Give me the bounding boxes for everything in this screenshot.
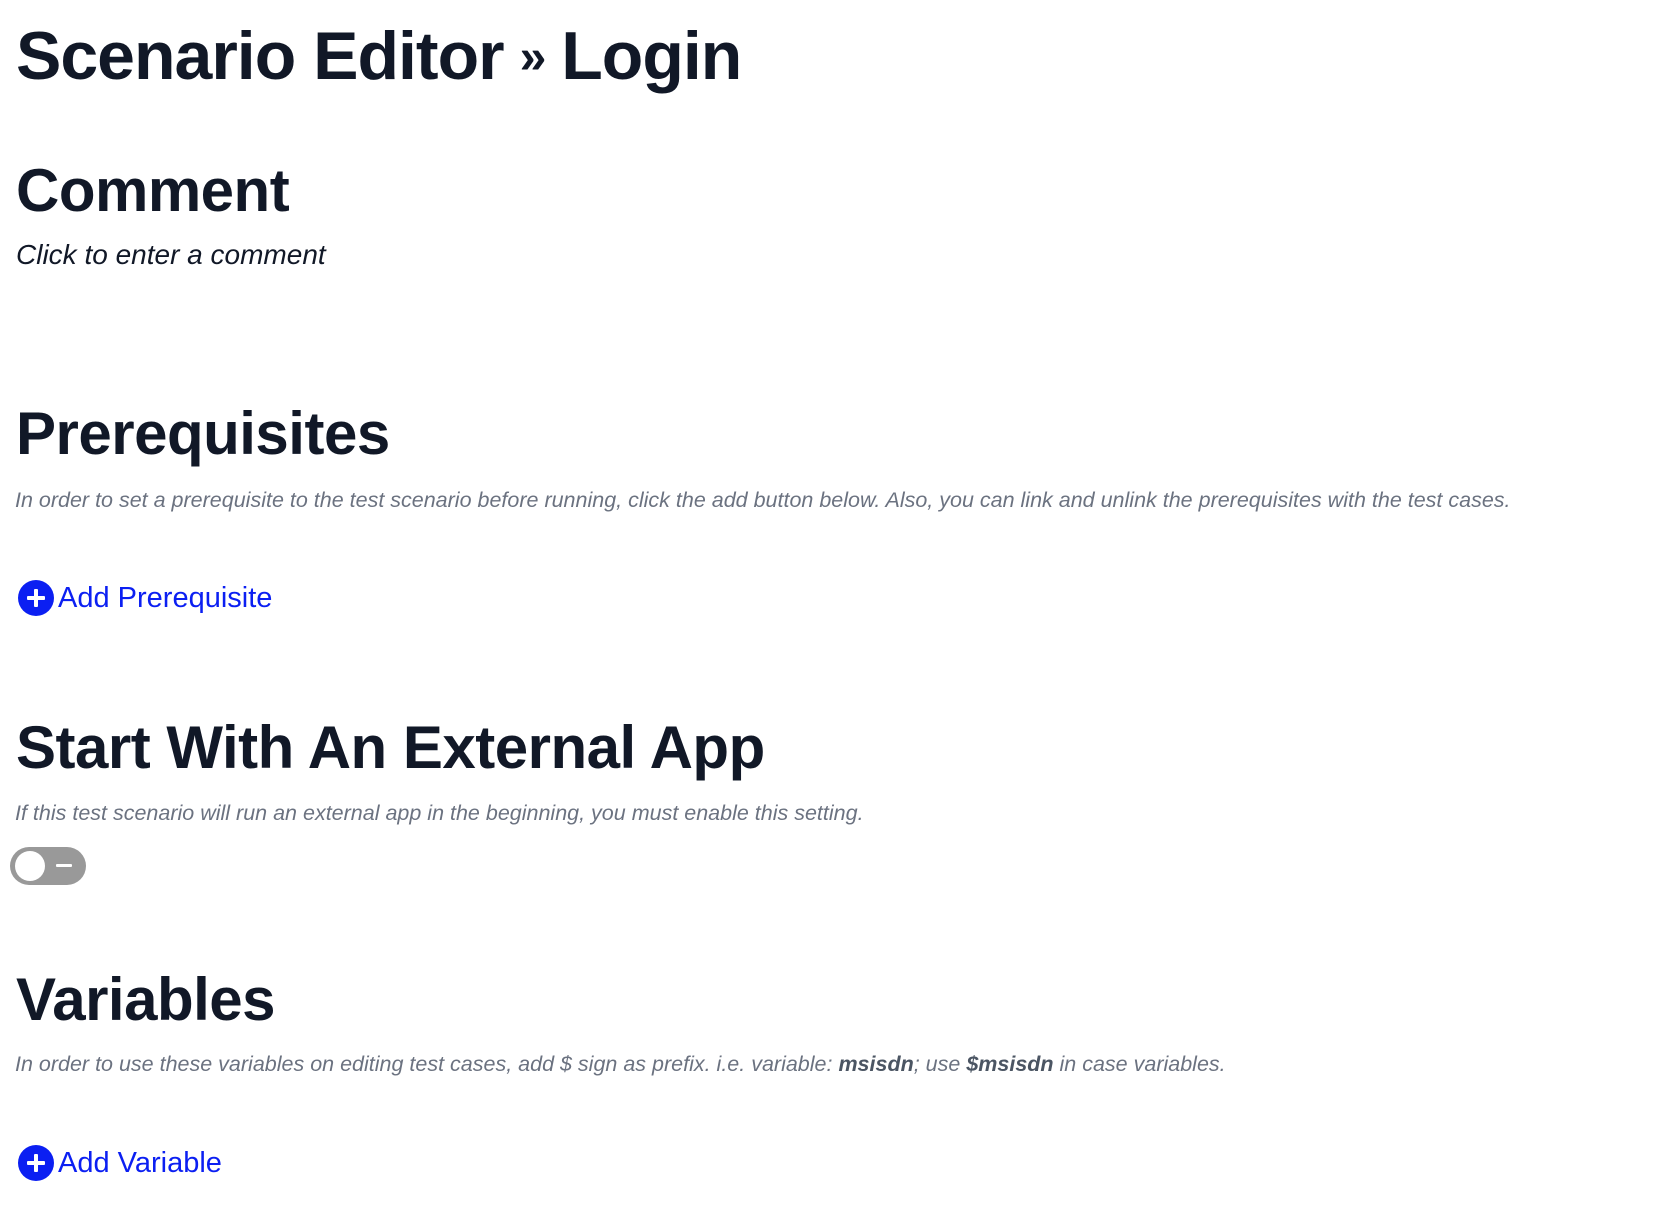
plus-circle-icon	[18, 1145, 54, 1181]
add-prerequisite-label: Add Prerequisite	[58, 582, 273, 614]
variables-heading: Variables	[16, 966, 276, 1033]
plus-circle-icon	[18, 580, 54, 616]
prerequisites-description: In order to set a prerequisite to the te…	[15, 488, 1511, 512]
external-app-toggle[interactable]	[10, 847, 86, 885]
variables-description-text: In order to use these variables on editi…	[15, 1052, 839, 1076]
comment-input[interactable]: Click to enter a comment	[16, 237, 326, 273]
variables-description: In order to use these variables on editi…	[15, 1050, 1226, 1078]
page-title: Scenario Editor » Login	[16, 14, 742, 100]
breadcrumb-separator: »	[519, 31, 547, 84]
comment-heading: Comment	[16, 157, 290, 224]
example-variable-usage: $msisdn	[966, 1052, 1054, 1076]
variables-description-text-2: ; use	[913, 1052, 967, 1076]
add-prerequisite-button[interactable]: Add Prerequisite	[18, 580, 272, 616]
breadcrumb-section[interactable]: Scenario Editor	[16, 18, 505, 94]
scenario-editor-page: Scenario Editor » Login Comment Click to e…	[0, 0, 1660, 1222]
add-variable-button[interactable]: Add Variable	[18, 1145, 222, 1181]
prerequisites-heading: Prerequisites	[16, 400, 390, 467]
toggle-knob	[15, 851, 45, 881]
breadcrumb-current: Login	[561, 18, 742, 94]
variables-description-text-3: in case variables.	[1053, 1052, 1226, 1076]
toggle-off-indicator	[56, 864, 72, 867]
example-variable: msisdn	[838, 1052, 914, 1076]
external-app-description: If this test scenario will run an extern…	[15, 801, 864, 825]
external-app-heading: Start With An External App	[16, 714, 765, 781]
add-variable-label: Add Variable	[58, 1147, 222, 1179]
